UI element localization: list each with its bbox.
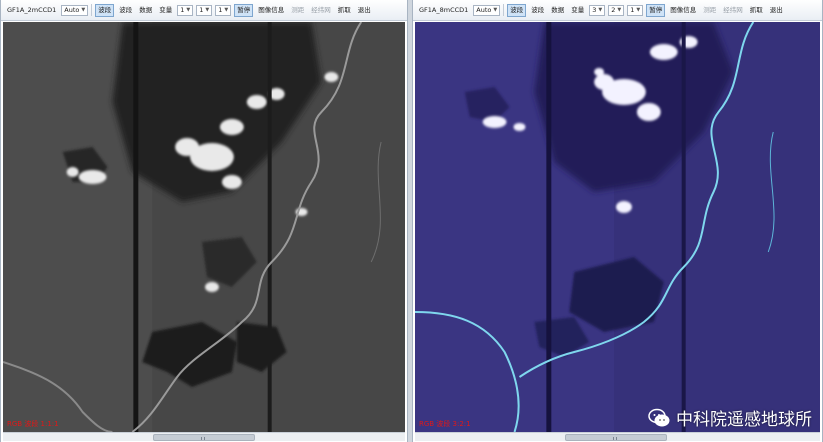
chevron-down-icon: ▼	[617, 6, 622, 13]
image-info-button[interactable]: 图像信息	[668, 5, 698, 16]
chevron-down-icon: ▼	[81, 6, 86, 13]
measure-button[interactable]: 测距	[701, 5, 718, 16]
chevron-down-icon: ▼	[598, 6, 603, 13]
viewer-panel-left: GF1A_2mCCD1 Auto ▼ 波段 波段 数据 变量 1 ▼ 1 ▼ 1…	[0, 0, 408, 442]
band-button[interactable]: 波段	[507, 3, 527, 17]
chevron-down-icon: ▼	[205, 6, 210, 13]
sensor-label: GF1A_2mCCD1	[7, 5, 57, 14]
band-button[interactable]: 波段	[95, 3, 115, 17]
chevron-down-icon: ▼	[224, 6, 229, 13]
exit-button[interactable]: 退出	[768, 5, 785, 16]
toolbar-divider	[91, 4, 93, 16]
viewer-panel-right: GF1A_8mCCD1 Auto ▼ 波段 波段 数据 变量 3 ▼ 2 ▼ 1…	[412, 0, 823, 442]
stretch-value: Auto	[64, 5, 80, 14]
stretch-value: Auto	[476, 5, 492, 14]
stretch-select[interactable]: Auto ▼	[61, 4, 89, 16]
band-r-value: 1	[180, 5, 185, 14]
band-g-select[interactable]: 2 ▼	[608, 4, 625, 16]
watermark-text: 中科院遥感地球所	[676, 410, 812, 430]
sensor-label: GF1A_8mCCD1	[419, 5, 469, 14]
capture-button[interactable]: 抓取	[336, 5, 353, 16]
band-b-select[interactable]: 1 ▼	[627, 4, 644, 16]
watermark: 中科院遥感地球所	[648, 405, 812, 430]
pause-button[interactable]: 暂停	[234, 3, 254, 17]
band-button-2[interactable]: 波段	[529, 5, 546, 16]
variable-button[interactable]: 变量	[569, 5, 586, 16]
band-b-value: 1	[218, 5, 223, 14]
satellite-image-left[interactable]	[3, 22, 405, 432]
grip-icon	[616, 437, 617, 440]
band-button-2[interactable]: 波段	[117, 5, 134, 16]
horizontal-scrollbar[interactable]	[3, 432, 405, 441]
band-status: RGB 波段 3:2:1	[419, 420, 471, 428]
band-b-select[interactable]: 1 ▼	[215, 4, 232, 16]
toolbar-divider	[503, 4, 505, 16]
variable-button[interactable]: 变量	[157, 5, 174, 16]
wechat-icon	[648, 408, 670, 426]
pause-button[interactable]: 暂停	[646, 3, 666, 17]
image-info-button[interactable]: 图像信息	[256, 5, 286, 16]
exit-button[interactable]: 退出	[356, 5, 373, 16]
graticule-button[interactable]: 经纬网	[309, 5, 333, 16]
satellite-image-right[interactable]	[415, 22, 820, 432]
band-r-select[interactable]: 1 ▼	[177, 4, 194, 16]
toolbar-right: GF1A_8mCCD1 Auto ▼ 波段 波段 数据 变量 3 ▼ 2 ▼ 1…	[413, 0, 822, 21]
stretch-select[interactable]: Auto ▼	[473, 4, 501, 16]
band-r-value: 3	[592, 5, 597, 14]
chevron-down-icon: ▼	[636, 6, 641, 13]
measure-button[interactable]: 测距	[289, 5, 306, 16]
chevron-down-icon: ▼	[493, 6, 498, 13]
band-g-value: 1	[199, 5, 204, 14]
grip-icon	[204, 437, 205, 440]
band-g-select[interactable]: 1 ▼	[196, 4, 213, 16]
toolbar-left: GF1A_2mCCD1 Auto ▼ 波段 波段 数据 变量 1 ▼ 1 ▼ 1…	[1, 0, 407, 21]
graticule-button[interactable]: 经纬网	[721, 5, 745, 16]
band-b-value: 1	[630, 5, 635, 14]
chevron-down-icon: ▼	[186, 6, 191, 13]
scrollbar-thumb[interactable]	[153, 434, 255, 441]
data-button[interactable]: 数据	[137, 5, 154, 16]
band-g-value: 2	[611, 5, 616, 14]
capture-button[interactable]: 抓取	[748, 5, 765, 16]
band-r-select[interactable]: 3 ▼	[589, 4, 606, 16]
horizontal-scrollbar[interactable]	[415, 432, 820, 441]
grip-icon	[613, 437, 614, 440]
grip-icon	[201, 437, 202, 440]
scrollbar-thumb[interactable]	[565, 434, 667, 441]
satellite-image-gray	[3, 22, 405, 432]
band-status: RGB 波段 1:1:1	[7, 420, 59, 428]
satellite-image-color	[415, 22, 820, 432]
data-button[interactable]: 数据	[549, 5, 566, 16]
